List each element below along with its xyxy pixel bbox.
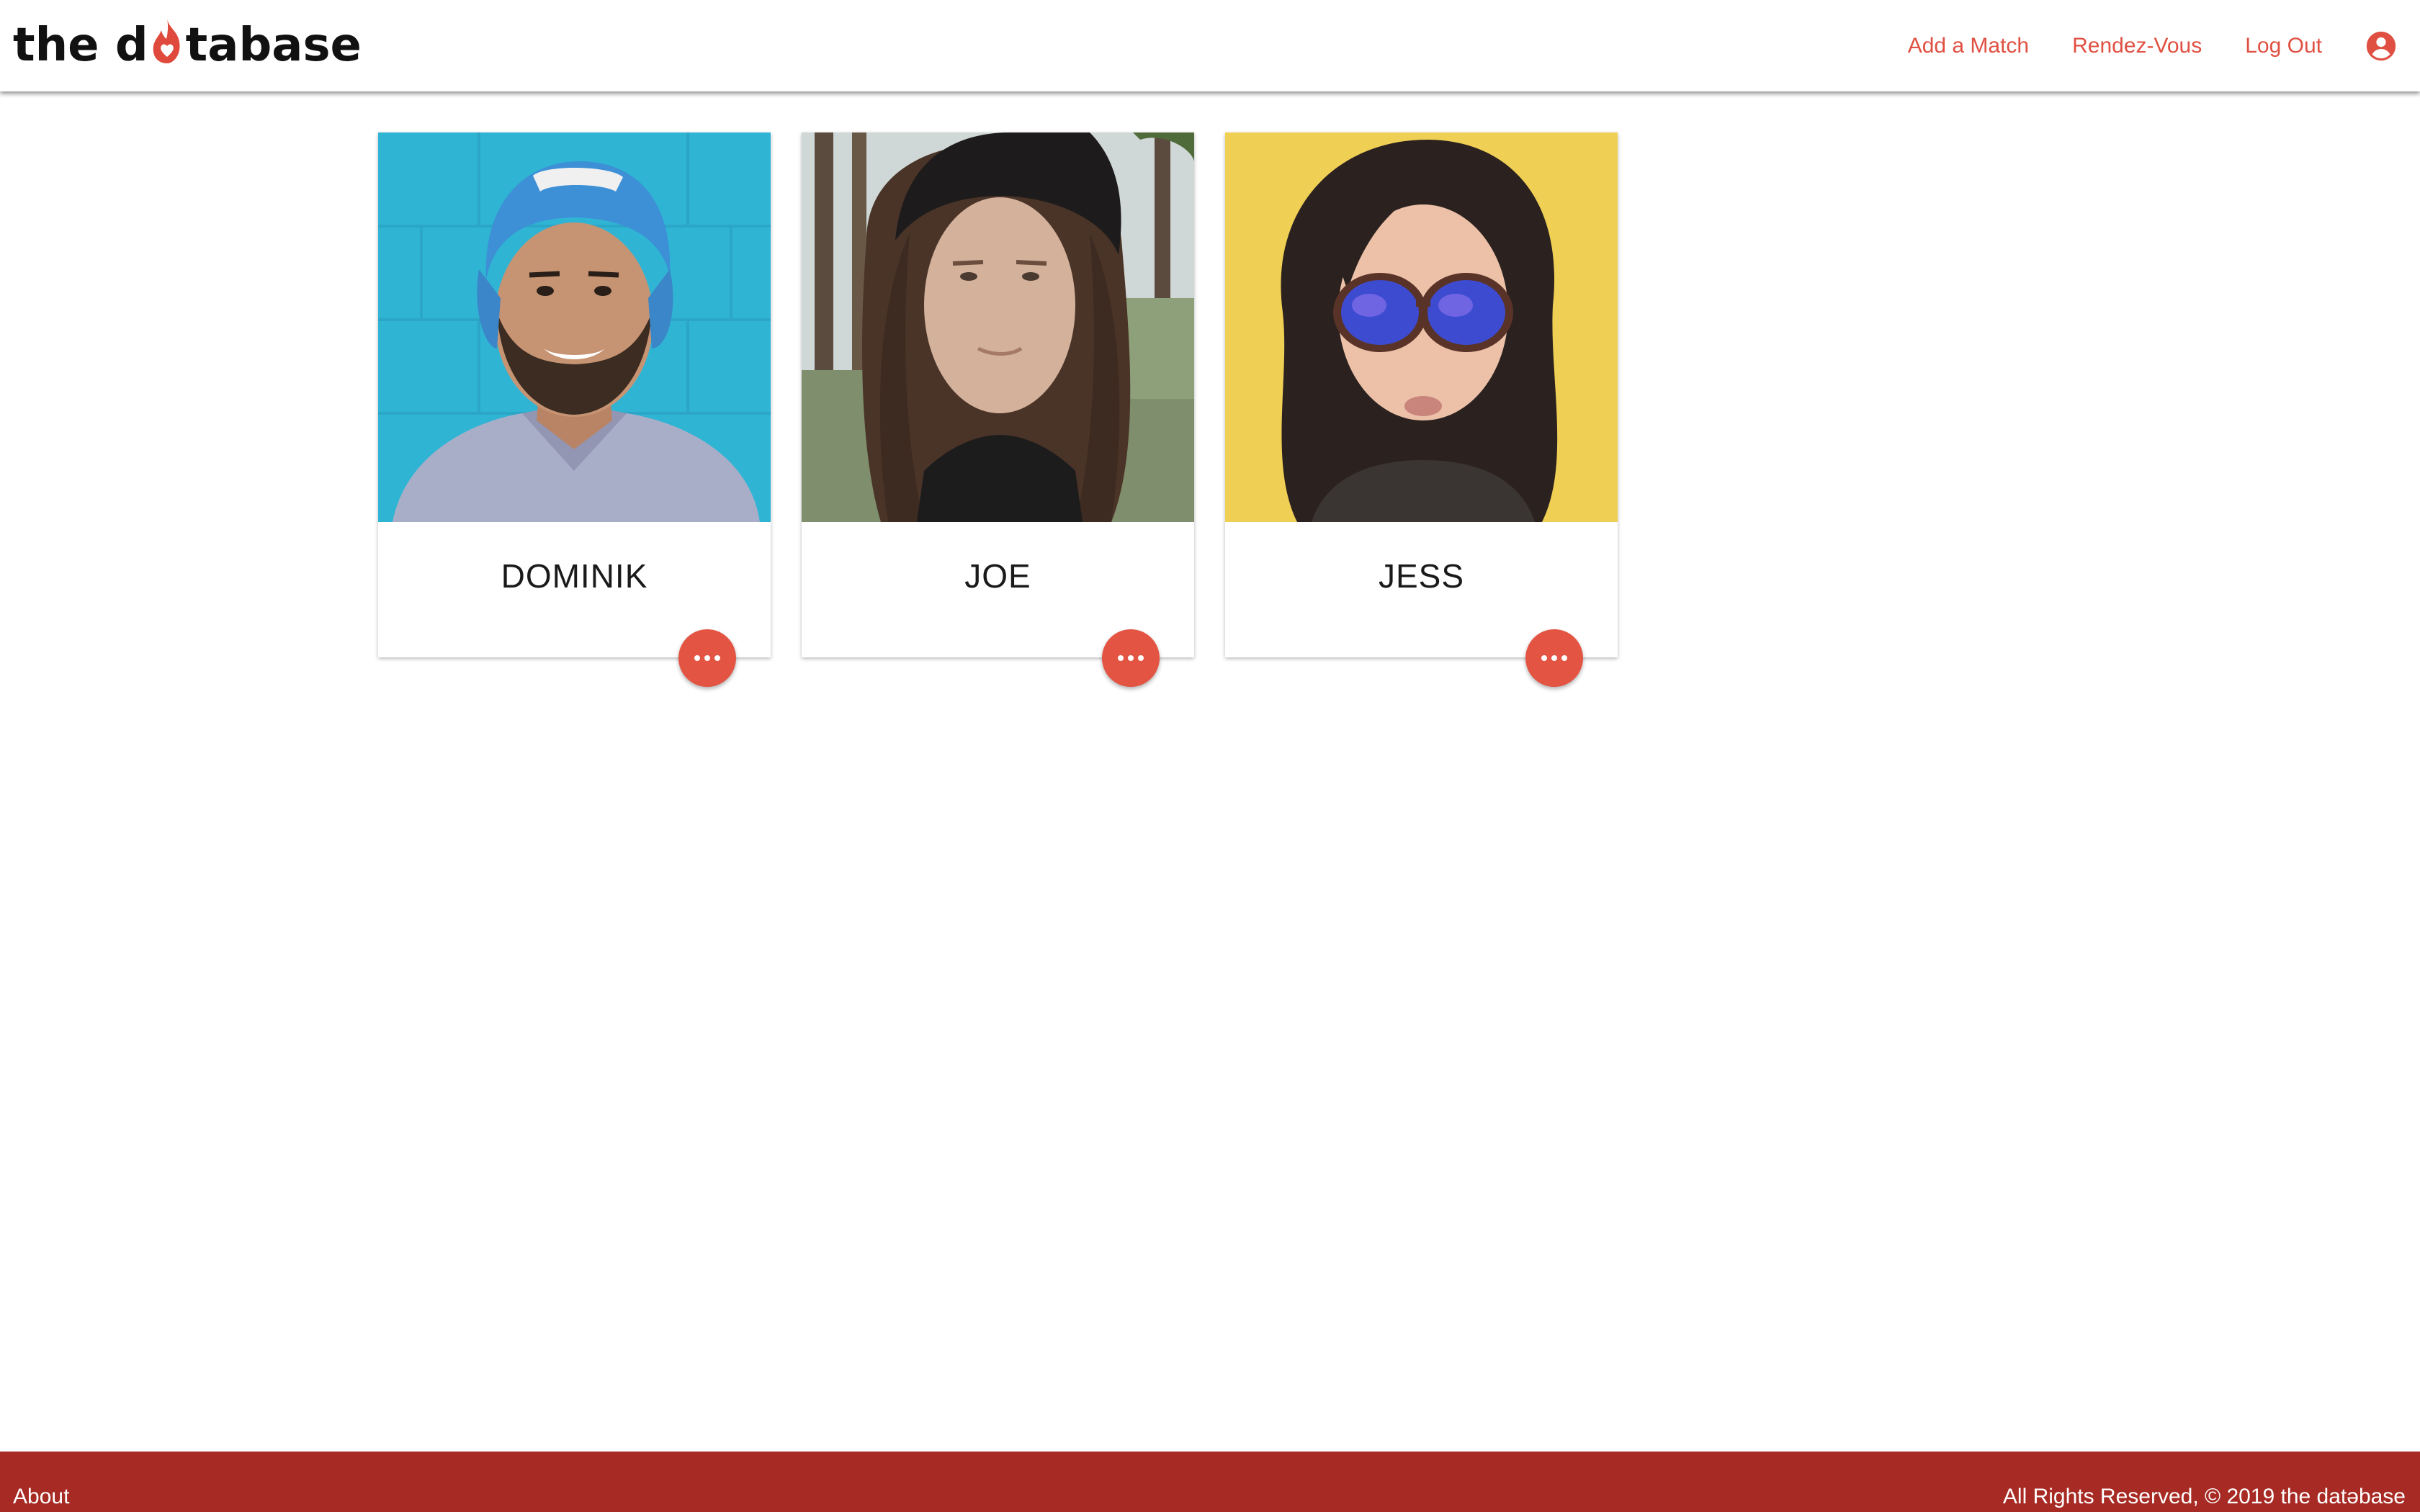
footer-about-link[interactable]: About: [13, 1485, 69, 1509]
logo-text-right: tabase: [185, 19, 362, 72]
nav-log-out[interactable]: Log Out: [2245, 34, 2322, 58]
profile-photo: [378, 132, 771, 522]
app-root: the d tabase Add a Match Rendez-Vous Log…: [0, 0, 2420, 1512]
match-card-list: DOMINIK JOE JESS: [378, 132, 1618, 687]
nav-rendez-vous[interactable]: Rendez-Vous: [2072, 34, 2202, 58]
card-menu-button[interactable]: [1525, 629, 1583, 687]
match-name: JOE: [964, 557, 1031, 595]
more-horizontal-icon: [1116, 655, 1146, 661]
footer-copyright: All Rights Reserved, © 2019 the datəbase: [2002, 1485, 2406, 1508]
logo-text-left: the d: [13, 19, 148, 72]
profile-photo: [1225, 132, 1618, 522]
match-card[interactable]: JOE: [802, 132, 1194, 687]
match-card[interactable]: JESS: [1225, 132, 1618, 687]
profile-photo: [802, 132, 1194, 522]
more-horizontal-icon: [692, 655, 722, 661]
top-nav: Add a Match Rendez-Vous Log Out: [1908, 0, 2420, 91]
brand-logo[interactable]: the d tabase: [13, 13, 362, 78]
flame-icon: [149, 17, 185, 65]
nav-add-match[interactable]: Add a Match: [1908, 34, 2029, 58]
account-circle-icon[interactable]: [2365, 30, 2397, 62]
match-name: JESS: [1378, 557, 1465, 595]
match-name: DOMINIK: [501, 557, 648, 595]
card-menu-button[interactable]: [678, 629, 736, 687]
card-menu-button[interactable]: [1102, 629, 1160, 687]
top-app-bar: the d tabase Add a Match Rendez-Vous Log…: [0, 0, 2420, 91]
match-card[interactable]: DOMINIK: [378, 132, 771, 687]
more-horizontal-icon: [1539, 655, 1569, 661]
footer: About All Rights Reserved, © 2019 the da…: [0, 1452, 2420, 1512]
